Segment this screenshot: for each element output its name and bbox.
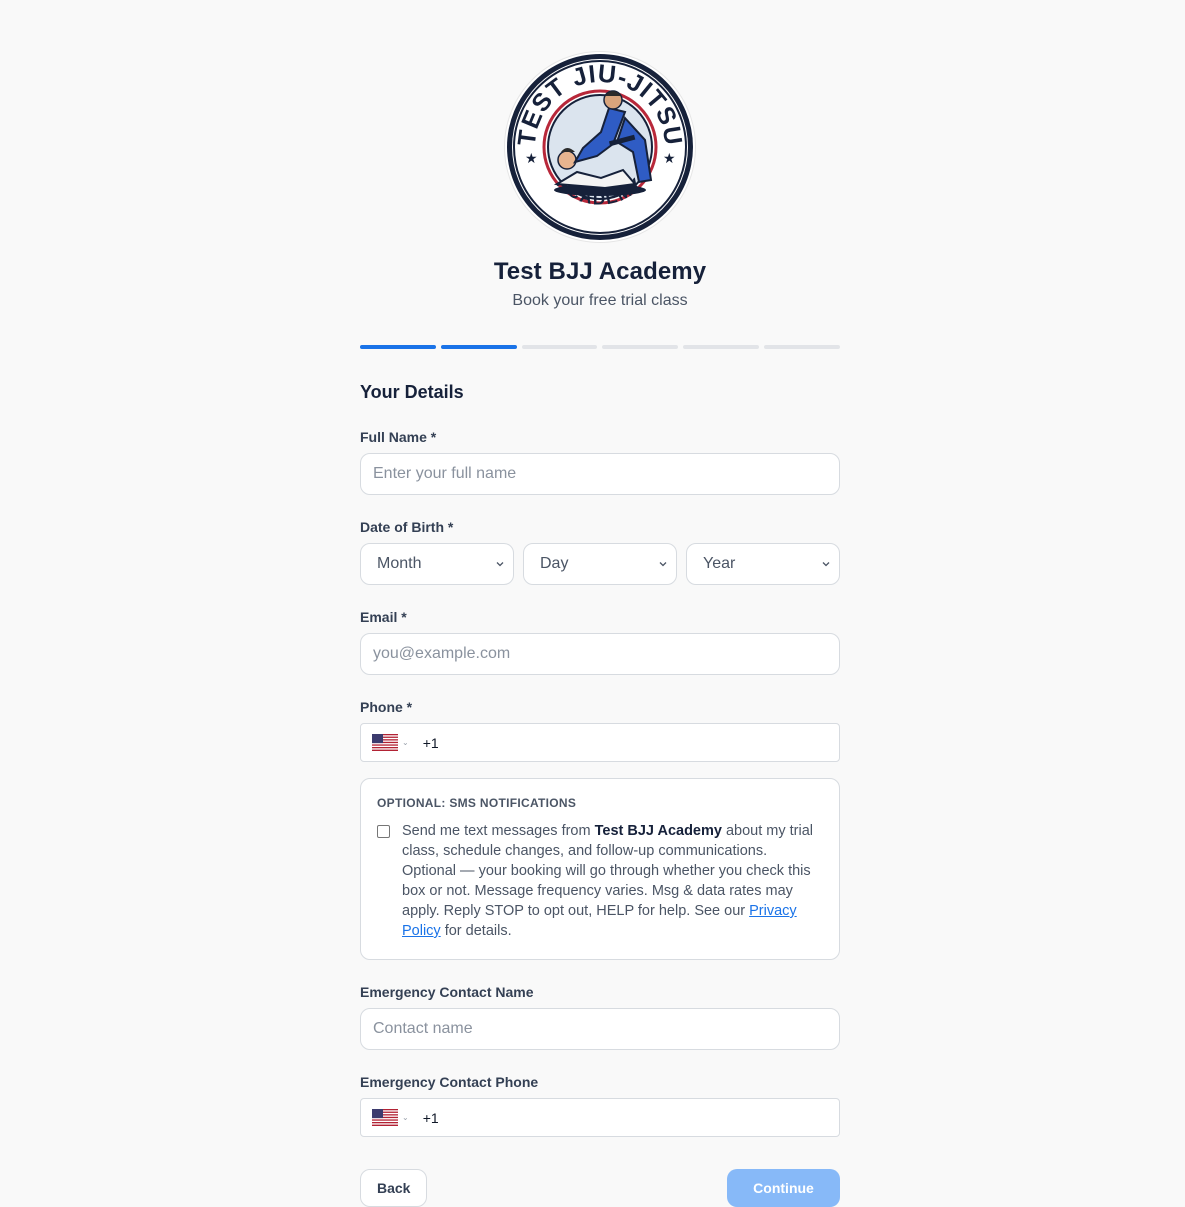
sms-heading: OPTIONAL: SMS NOTIFICATIONS (377, 796, 577, 810)
step-progress-bar (360, 345, 840, 349)
phone-group: Phone * ⌄ (360, 699, 840, 762)
full-name-input[interactable] (360, 453, 840, 495)
emergency-phone-country-select[interactable]: ⌄ (372, 1109, 409, 1126)
continue-button[interactable]: Continue (727, 1169, 840, 1207)
dob-year-select[interactable]: Year (686, 543, 840, 585)
academy-logo: TEST JIU-JITSU ACADEMY ★ ★ (505, 52, 695, 242)
emergency-name-group: Emergency Contact Name (360, 984, 840, 1050)
emergency-phone-field: ⌄ (360, 1098, 840, 1137)
progress-step-6 (764, 345, 840, 349)
section-title: Your Details (360, 382, 464, 402)
dob-day-value: Day (540, 555, 569, 572)
academy-name: Test BJJ Academy (493, 258, 707, 285)
phone-country-select[interactable]: ⌄ (372, 734, 409, 751)
emergency-name-input[interactable] (360, 1008, 840, 1050)
dob-year-value: Year (703, 555, 736, 572)
email-label: Email * (360, 609, 407, 625)
back-button[interactable]: Back (360, 1169, 428, 1207)
chevron-down-icon: ⌄ (402, 738, 409, 747)
emergency-phone-label: Emergency Contact Phone (360, 1074, 539, 1090)
email-input[interactable] (360, 633, 840, 675)
chevron-down-icon (496, 562, 504, 567)
dob-month-value: Month (377, 555, 422, 572)
full-name-group: Full Name * (360, 429, 840, 495)
chevron-down-icon (822, 562, 830, 567)
full-name-label: Full Name * (360, 429, 437, 445)
phone-field: ⌄ (360, 723, 840, 762)
logo-star-left: ★ (525, 151, 538, 167)
dob-label: Date of Birth * (360, 519, 454, 535)
emergency-name-label: Emergency Contact Name (360, 984, 534, 1000)
dob-day-select[interactable]: Day (523, 543, 677, 585)
sms-consent-box: OPTIONAL: SMS NOTIFICATIONS Send me text… (360, 778, 840, 960)
dob-group: Date of Birth * Month Day Year (360, 519, 840, 585)
page: TEST JIU-JITSU ACADEMY ★ ★ (0, 0, 1185, 1207)
phone-label: Phone * (360, 699, 413, 715)
email-group: Email * (360, 609, 840, 675)
emergency-phone-group: Emergency Contact Phone ⌄ (360, 1074, 840, 1137)
academy-logo-graphic: TEST JIU-JITSU ACADEMY ★ ★ (507, 54, 693, 240)
us-flag-icon (372, 734, 398, 751)
booking-form: TEST JIU-JITSU ACADEMY ★ ★ (360, 52, 840, 1207)
emergency-phone-input[interactable] (422, 1109, 803, 1126)
progress-step-1 (360, 345, 436, 349)
form-actions: Back Continue (360, 1169, 840, 1207)
page-subtitle: Book your free trial class (512, 292, 688, 309)
chevron-down-icon (659, 562, 667, 567)
phone-input[interactable] (422, 734, 803, 751)
progress-step-4 (602, 345, 679, 349)
progress-step-5 (683, 345, 760, 349)
chevron-down-icon: ⌄ (402, 1113, 409, 1122)
dob-month-select[interactable]: Month (360, 543, 514, 585)
progress-step-3 (521, 345, 598, 349)
us-flag-icon (372, 1109, 398, 1126)
sms-consent-text: Send me text messages from Test BJJ Acad… (402, 823, 814, 939)
logo-star-right: ★ (663, 151, 676, 167)
progress-step-2 (440, 345, 517, 349)
sms-consent-checkbox[interactable] (377, 825, 390, 838)
